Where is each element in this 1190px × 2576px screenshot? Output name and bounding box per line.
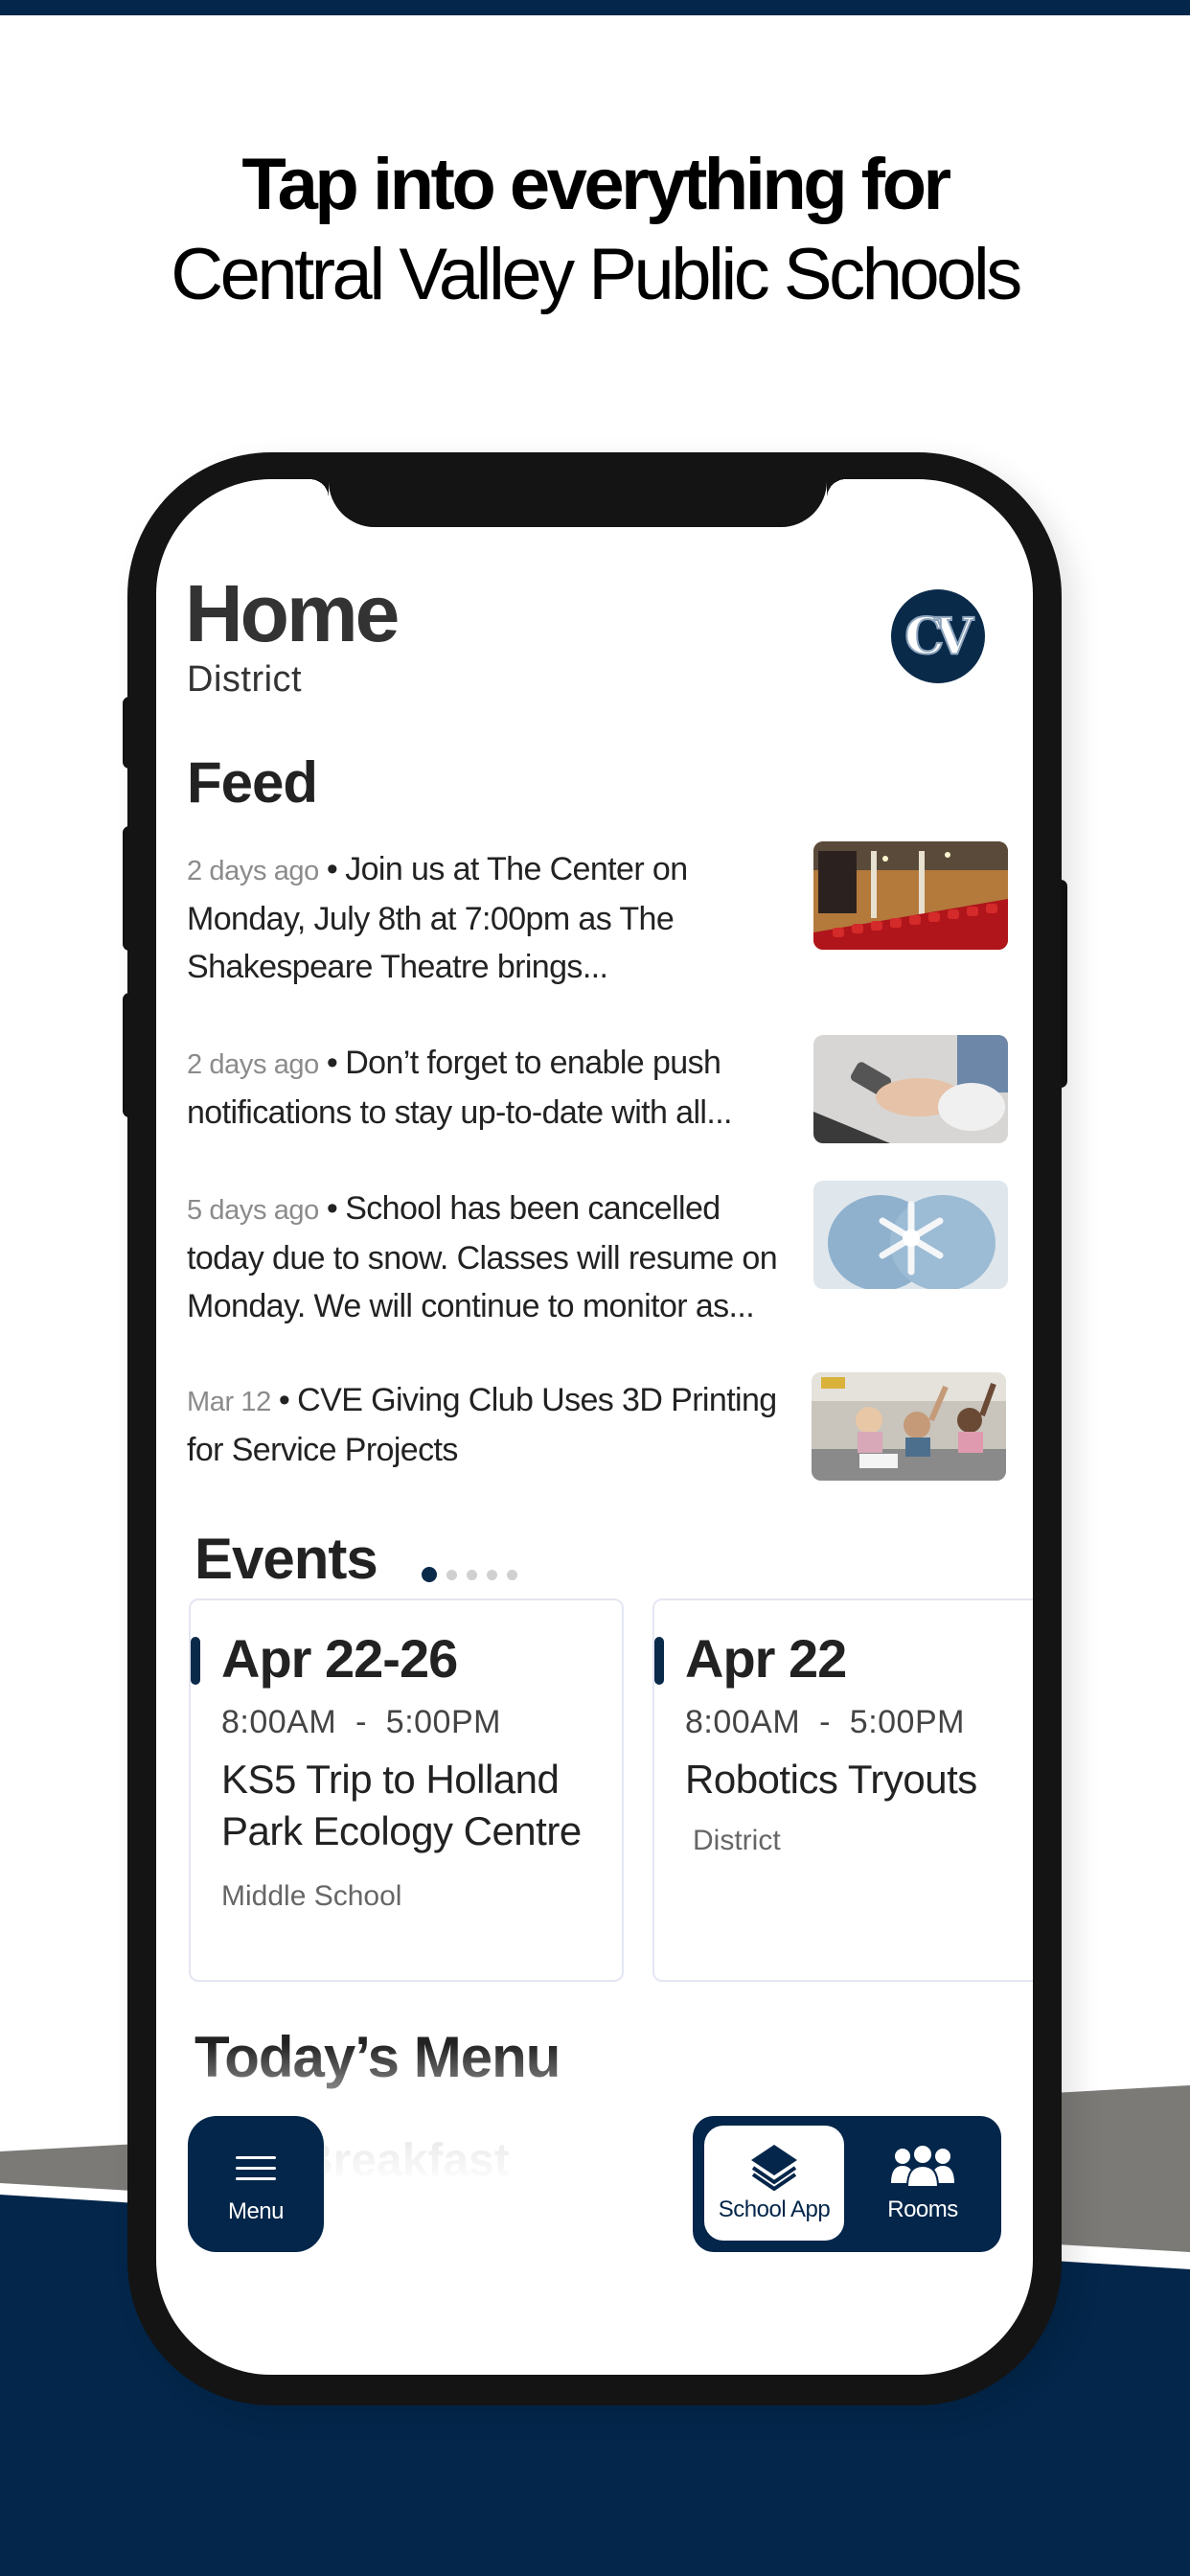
snowflake-mittens-image [813, 1181, 1008, 1289]
layers-icon [704, 2143, 844, 2191]
pager-dot[interactable] [467, 1569, 477, 1580]
feed-item-text: Mar 12 • CVE Giving Club Uses 3D Printing … [187, 1376, 781, 1474]
phone-notch [309, 479, 846, 527]
event-card[interactable]: Apr 22 8:00AM - 5:00PM Robotics Tryouts … [652, 1598, 1033, 1982]
feed-item-text: 2 days ago • Don’t forget to enable push n… [187, 1039, 781, 1137]
events-pager[interactable] [422, 1567, 517, 1582]
feed-item-timestamp: Mar 12 [187, 1387, 271, 1417]
menu-button[interactable]: Menu [188, 2116, 324, 2252]
pager-dot[interactable] [507, 1569, 517, 1580]
event-time: 8:00AM - 5:00PM [685, 1704, 965, 1740]
event-card[interactable]: Apr 22-26 8:00AM - 5:00PM KS5 Trip to Ho… [189, 1598, 624, 1982]
pager-dot[interactable] [487, 1569, 497, 1580]
event-time: 8:00AM - 5:00PM [221, 1704, 501, 1740]
feed-item-timestamp: 5 days ago [187, 1195, 319, 1226]
feed-separator: • [326, 1045, 338, 1081]
app-screen: Home District CV Feed 2 days ago • Join us… [156, 479, 1033, 2375]
feed-item-body: CVE Giving Club Uses 3D Printing for Ser… [187, 1382, 777, 1468]
marketing-headline: Tap into everything for Central Valley P… [0, 139, 1190, 319]
event-location: Middle School [221, 1880, 402, 1912]
feed-item[interactable]: 2 days ago • Don’t forget to enable push n… [187, 1035, 1008, 1143]
event-date: Apr 22 [685, 1628, 847, 1689]
feed-item[interactable]: 2 days ago • Join us at The Center on Mond… [187, 841, 1008, 991]
events-heading: Events [195, 1527, 378, 1591]
tab-label: Rooms [887, 2196, 958, 2222]
tab-label: School App [718, 2196, 831, 2222]
pager-dot[interactable] [446, 1569, 457, 1580]
feed-separator: • [326, 1190, 338, 1227]
menu-button-label: Menu [227, 2198, 285, 2224]
phone-in-hands-image [813, 1035, 1008, 1143]
feed-item[interactable]: 5 days ago • School has been cancelled tod… [187, 1181, 1008, 1330]
people-group-icon [856, 2143, 990, 2191]
logo-monogram: CV [904, 607, 974, 667]
feed-item[interactable]: Mar 12 • CVE Giving Club Uses 3D Printing … [187, 1372, 1006, 1481]
feed-item-timestamp: 2 days ago [187, 856, 319, 886]
feed-item-text: 5 days ago • School has been cancelled tod… [187, 1184, 781, 1330]
event-name: Robotics Tryouts [685, 1757, 977, 1802]
menu-meal-label: Breakfast [300, 2135, 510, 2186]
hamburger-icon [236, 2156, 276, 2188]
page-title: Home [185, 568, 400, 658]
feed-item-text: 2 days ago • Join us at The Center on Mond… [187, 845, 781, 991]
tab-rooms[interactable]: Rooms [856, 2126, 990, 2241]
phone-mockup: Home District CV Feed 2 days ago • Join us… [127, 452, 1062, 2405]
tab-school-app[interactable]: School App [704, 2126, 844, 2241]
todays-menu-heading: Today’s Menu [195, 2025, 561, 2089]
classroom-students-image [812, 1372, 1006, 1481]
event-location: District [693, 1825, 781, 1856]
headline-line-2: Central Valley Public Schools [171, 234, 1022, 315]
event-name: KS5 Trip to Holland Park Ecology Centre [221, 1757, 582, 1853]
headline-line-1: Tap into everything for [241, 144, 951, 225]
feed-separator: • [278, 1382, 290, 1418]
event-accent-bar [654, 1637, 664, 1685]
feed-item-timestamp: 2 days ago [187, 1049, 319, 1080]
page-subtitle: District [187, 659, 303, 700]
feed-heading: Feed [187, 750, 318, 815]
feed-separator: • [326, 851, 338, 887]
school-logo-icon[interactable]: CV [891, 589, 985, 683]
theater-seats-image [813, 841, 1008, 950]
app-switcher: School App Rooms [693, 2116, 1001, 2252]
event-date: Apr 22-26 [221, 1628, 458, 1689]
event-accent-bar [191, 1637, 200, 1685]
pager-dot-active[interactable] [422, 1567, 437, 1582]
